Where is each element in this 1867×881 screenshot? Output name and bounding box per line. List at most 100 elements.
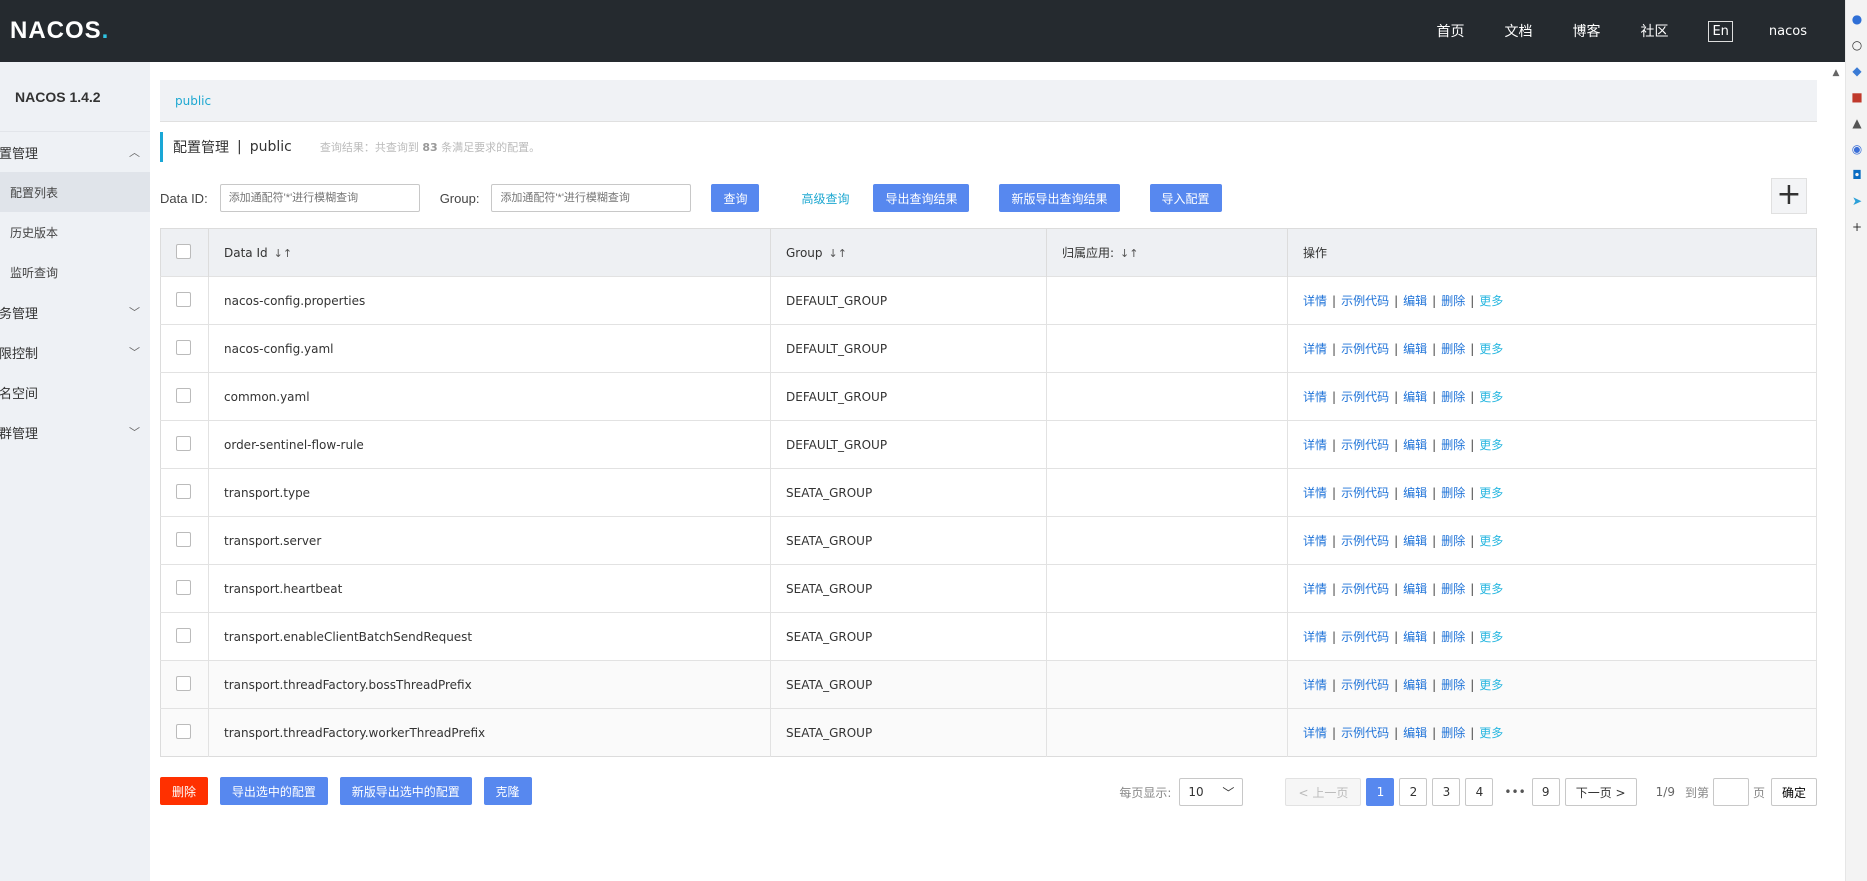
nav-community[interactable]: 社区 xyxy=(1640,21,1668,41)
edit-link[interactable]: 编辑 xyxy=(1403,534,1427,548)
send-icon[interactable]: ➤ xyxy=(1850,194,1864,208)
row-checkbox[interactable] xyxy=(176,291,191,307)
export-query-button[interactable]: 导出查询结果 xyxy=(873,184,970,212)
add-config-icon[interactable]: + xyxy=(1771,178,1807,214)
nav-home[interactable]: 首页 xyxy=(1436,21,1464,41)
edit-link[interactable]: 编辑 xyxy=(1403,438,1427,452)
page-button-3[interactable]: 3 xyxy=(1432,778,1461,806)
more-link[interactable]: 更多 xyxy=(1479,294,1503,308)
goto-confirm-button[interactable]: 确定 xyxy=(1770,778,1817,806)
menu-history[interactable]: 历史版本 xyxy=(0,212,150,252)
delete-selected-button[interactable]: 删除 xyxy=(160,777,209,805)
more-link[interactable]: 更多 xyxy=(1479,534,1503,548)
tag-icon[interactable]: ◆ xyxy=(1850,64,1864,78)
col-app[interactable]: 归属应用: ↓↑ xyxy=(1046,228,1288,277)
delete-link[interactable]: 删除 xyxy=(1441,678,1465,692)
nav-docs[interactable]: 文档 xyxy=(1504,21,1532,41)
sample-code-link[interactable]: 示例代码 xyxy=(1341,726,1389,740)
detail-link[interactable]: 详情 xyxy=(1303,630,1327,644)
edit-link[interactable]: 编辑 xyxy=(1403,726,1427,740)
select-all-checkbox[interactable] xyxy=(176,243,191,259)
query-button[interactable]: 查询 xyxy=(711,184,760,212)
page-button-4[interactable]: 4 xyxy=(1465,778,1494,806)
page-button-1[interactable]: 1 xyxy=(1366,778,1395,806)
user-menu[interactable]: nacos xyxy=(1769,24,1807,39)
sample-code-link[interactable]: 示例代码 xyxy=(1341,390,1389,404)
nacos-logo[interactable]: NACOS. xyxy=(10,17,109,45)
edit-link[interactable]: 编辑 xyxy=(1403,630,1427,644)
sample-code-link[interactable]: 示例代码 xyxy=(1341,534,1389,548)
row-checkbox[interactable] xyxy=(176,627,191,643)
more-link[interactable]: 更多 xyxy=(1479,726,1503,740)
sample-code-link[interactable]: 示例代码 xyxy=(1341,342,1389,356)
delete-link[interactable]: 删除 xyxy=(1441,438,1465,452)
row-checkbox[interactable] xyxy=(176,483,191,499)
edit-link[interactable]: 编辑 xyxy=(1403,294,1427,308)
sample-code-link[interactable]: 示例代码 xyxy=(1341,486,1389,500)
sample-code-link[interactable]: 示例代码 xyxy=(1341,294,1389,308)
outlook-icon[interactable]: ◘ xyxy=(1850,168,1864,182)
menu-namespace[interactable]: 命名空间 xyxy=(0,372,150,412)
detail-link[interactable]: 详情 xyxy=(1303,342,1327,356)
search-icon[interactable]: ○ xyxy=(1850,38,1864,52)
goto-page-input[interactable] xyxy=(1712,778,1749,806)
delete-link[interactable]: 删除 xyxy=(1441,630,1465,644)
row-checkbox[interactable] xyxy=(176,339,191,355)
detail-link[interactable]: 详情 xyxy=(1303,726,1327,740)
page-scrollbar[interactable]: ▲ xyxy=(1829,62,1843,881)
edit-link[interactable]: 编辑 xyxy=(1403,486,1427,500)
nav-blog[interactable]: 博客 xyxy=(1572,21,1600,41)
delete-link[interactable]: 删除 xyxy=(1441,726,1465,740)
menu-listener-query[interactable]: 监听查询 xyxy=(0,252,150,292)
delete-link[interactable]: 删除 xyxy=(1441,486,1465,500)
more-link[interactable]: 更多 xyxy=(1479,582,1503,596)
more-link[interactable]: 更多 xyxy=(1479,342,1503,356)
briefcase-icon[interactable]: ■ xyxy=(1850,90,1864,104)
delete-link[interactable]: 删除 xyxy=(1441,342,1465,356)
col-group[interactable]: Group ↓↑ xyxy=(770,228,1047,277)
person-icon[interactable]: ▲ xyxy=(1850,116,1864,130)
menu-access-control[interactable]: 权限控制 ﹀ xyxy=(0,332,150,372)
export-query-new-button[interactable]: 新版导出查询结果 xyxy=(999,184,1120,212)
more-link[interactable]: 更多 xyxy=(1479,390,1503,404)
delete-link[interactable]: 删除 xyxy=(1441,294,1465,308)
row-checkbox[interactable] xyxy=(176,675,191,691)
delete-link[interactable]: 删除 xyxy=(1441,534,1465,548)
page-size-select[interactable]: 10 ﹀ xyxy=(1179,778,1244,806)
bell-icon[interactable]: ● xyxy=(1850,12,1864,26)
sample-code-link[interactable]: 示例代码 xyxy=(1341,630,1389,644)
namespace-link-public[interactable]: public xyxy=(175,94,211,108)
sort-icon[interactable]: ↓↑ xyxy=(274,247,292,260)
language-switch[interactable]: En xyxy=(1708,20,1733,42)
import-config-button[interactable]: 导入配置 xyxy=(1149,184,1222,212)
advanced-query-link[interactable]: 高级查询 xyxy=(787,184,863,212)
menu-config-list[interactable]: 配置列表 xyxy=(0,172,150,212)
edit-link[interactable]: 编辑 xyxy=(1403,582,1427,596)
menu-config-management[interactable]: 配置管理 ︿ xyxy=(0,132,150,172)
scroll-up-icon[interactable]: ▲ xyxy=(1829,68,1843,78)
group-input[interactable] xyxy=(491,184,692,212)
delete-link[interactable]: 删除 xyxy=(1441,582,1465,596)
detail-link[interactable]: 详情 xyxy=(1303,582,1327,596)
dataid-input[interactable] xyxy=(219,184,420,212)
sample-code-link[interactable]: 示例代码 xyxy=(1341,438,1389,452)
page-button-2[interactable]: 2 xyxy=(1399,778,1428,806)
row-checkbox[interactable] xyxy=(176,435,191,451)
sort-icon[interactable]: ↓↑ xyxy=(1120,247,1138,260)
col-dataid[interactable]: Data Id ↓↑ xyxy=(208,228,771,277)
add-icon[interactable]: + xyxy=(1850,220,1864,234)
edit-link[interactable]: 编辑 xyxy=(1403,678,1427,692)
sample-code-link[interactable]: 示例代码 xyxy=(1341,678,1389,692)
export-selected-button[interactable]: 导出选中的配置 xyxy=(219,777,328,805)
row-checkbox[interactable] xyxy=(176,531,191,547)
row-checkbox[interactable] xyxy=(176,387,191,403)
menu-cluster-management[interactable]: 集群管理 ﹀ xyxy=(0,412,150,452)
sample-code-link[interactable]: 示例代码 xyxy=(1341,582,1389,596)
more-link[interactable]: 更多 xyxy=(1479,486,1503,500)
copilot-icon[interactable]: ◉ xyxy=(1850,142,1864,156)
detail-link[interactable]: 详情 xyxy=(1303,486,1327,500)
row-checkbox[interactable] xyxy=(176,579,191,595)
detail-link[interactable]: 详情 xyxy=(1303,390,1327,404)
prev-page-button[interactable]: < 上一页 xyxy=(1285,778,1362,806)
more-link[interactable]: 更多 xyxy=(1479,678,1503,692)
